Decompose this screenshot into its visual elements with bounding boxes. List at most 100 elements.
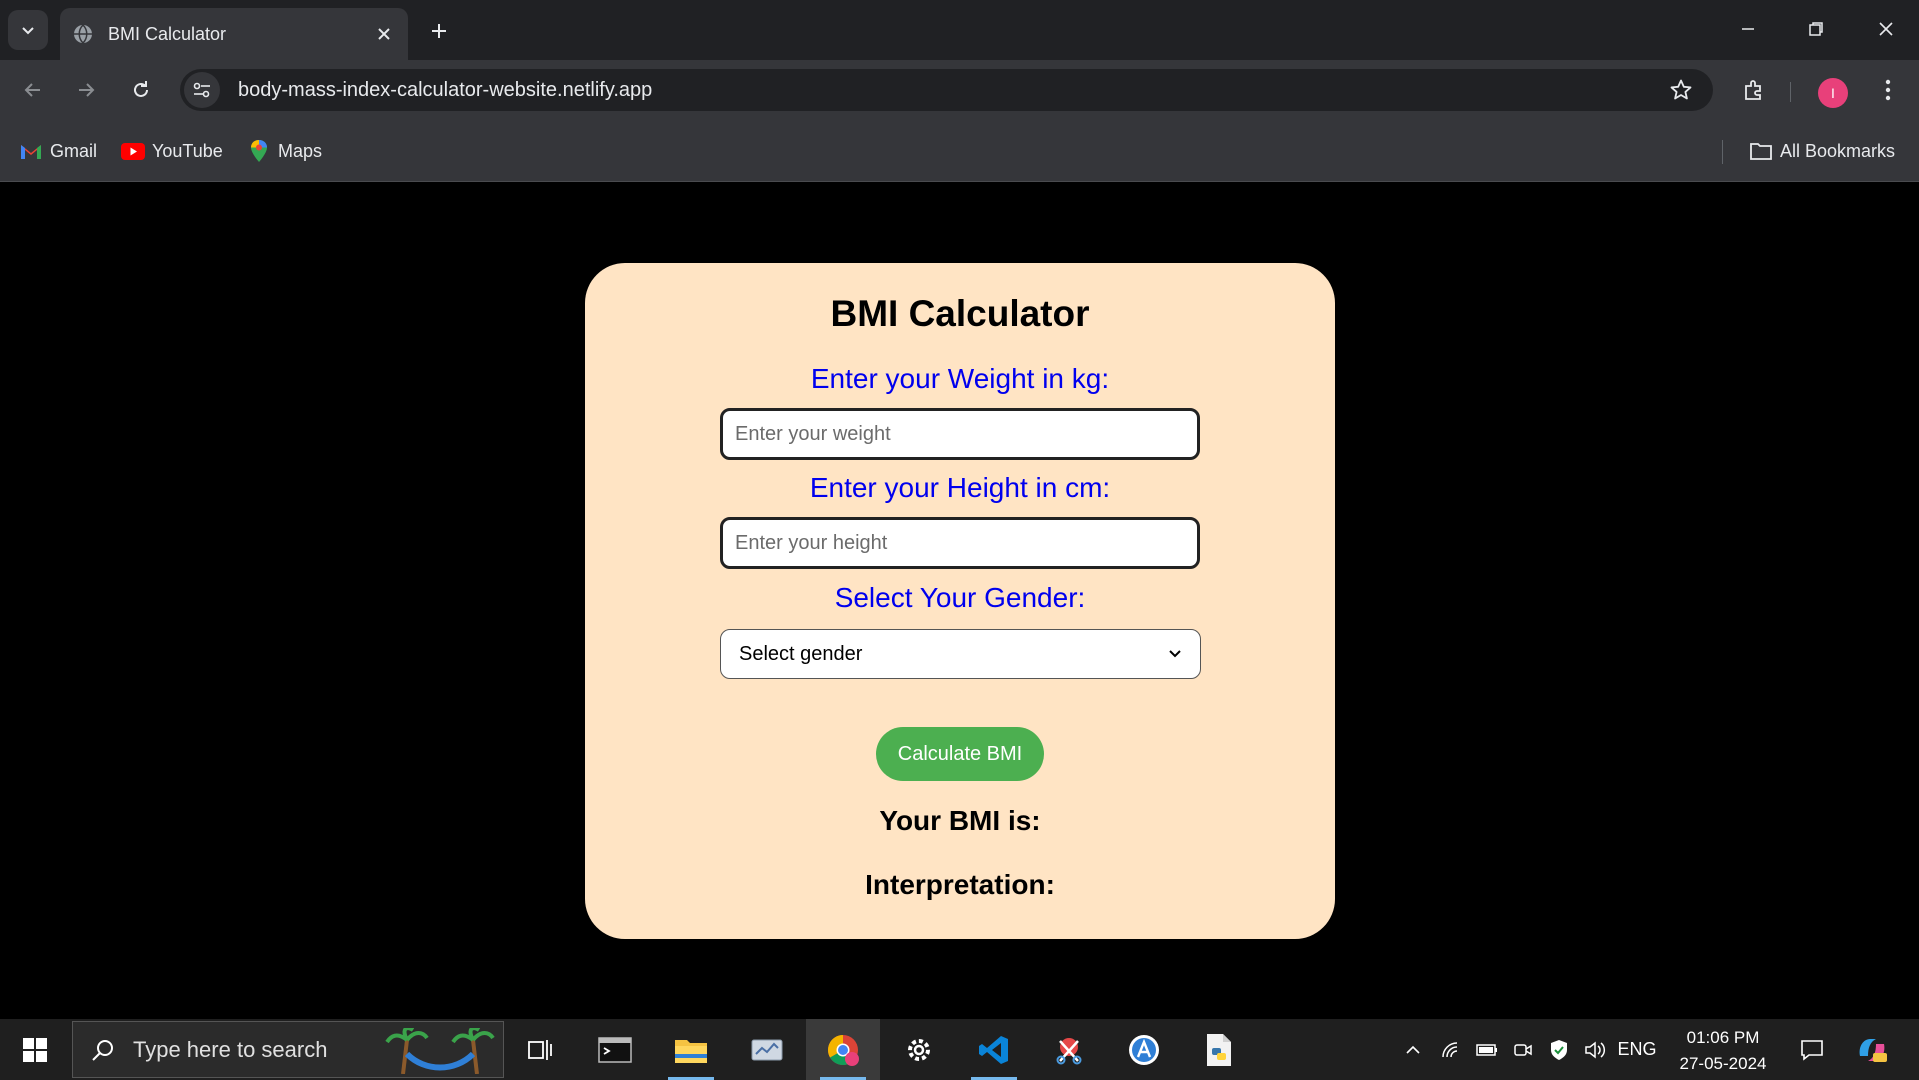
gear-icon (908, 1038, 930, 1061)
back-button[interactable] (13, 70, 53, 110)
volume-control[interactable] (1580, 1019, 1610, 1080)
vscode-icon (979, 1035, 1008, 1064)
taskbar-vscode[interactable] (957, 1019, 1031, 1080)
copilot-icon (1859, 1038, 1887, 1062)
close-tab-icon[interactable] (372, 22, 396, 46)
chrome-icon (827, 1034, 859, 1066)
height-label: Enter your Height in cm: (809, 472, 1111, 503)
camera-icon (1514, 1043, 1532, 1056)
site-info-button[interactable] (184, 72, 220, 108)
maps-icon (246, 140, 272, 162)
youtube-icon (120, 140, 146, 162)
meet-now-button[interactable] (1508, 1019, 1538, 1080)
taskbar-chrome[interactable] (806, 1019, 880, 1080)
language-indicator[interactable]: ENG (1614, 1019, 1660, 1080)
taskbar-file-explorer[interactable] (654, 1019, 728, 1080)
url-text[interactable]: body-mass-index-calculator-website.netli… (238, 79, 1661, 102)
calculate-bmi-button[interactable]: Calculate BMI (876, 727, 1044, 781)
bookmarks-bar: Gmail YouTube Maps All Bookmarks (0, 120, 1919, 182)
speaker-icon (1585, 1040, 1606, 1059)
arrow-left-icon (24, 83, 40, 97)
taskbar-app-store[interactable] (1107, 1019, 1181, 1080)
folder-icon (675, 1039, 707, 1063)
taskbar-settings[interactable] (882, 1019, 956, 1080)
python-file-icon (1207, 1033, 1231, 1066)
new-tab-button[interactable] (422, 14, 456, 48)
puzzle-icon (1745, 80, 1761, 100)
start-button[interactable] (0, 1019, 70, 1080)
chevron-down-icon (1169, 650, 1181, 658)
more-vertical-icon (1885, 79, 1891, 101)
chevron-down-icon (22, 27, 34, 35)
tab-search-button[interactable] (8, 10, 48, 50)
taskbar-terminal[interactable] (578, 1019, 652, 1080)
terminal-icon (598, 1036, 632, 1063)
reload-button[interactable] (121, 70, 161, 110)
all-bookmarks-label: All Bookmarks (1780, 140, 1896, 161)
arrow-right-icon (79, 83, 95, 97)
taskbar-snipping-tool[interactable] (1032, 1019, 1106, 1080)
bookmark-label: Gmail (50, 140, 98, 161)
bookmark-label: Maps (278, 140, 323, 161)
restore-icon (1809, 22, 1823, 36)
star-icon (1670, 79, 1692, 100)
restore-button[interactable] (1788, 8, 1844, 50)
weight-input[interactable] (720, 408, 1200, 460)
gmail-icon (18, 140, 44, 162)
browser-tab-active[interactable]: BMI Calculator (60, 8, 408, 60)
search-icon (92, 1039, 113, 1061)
copilot-button[interactable] (1852, 1019, 1892, 1080)
windows-logo-icon (23, 1037, 47, 1062)
address-bar[interactable]: body-mass-index-calculator-website.netli… (180, 69, 1713, 111)
security-status[interactable] (1544, 1019, 1574, 1080)
page-title: BMI Calculator (830, 293, 1090, 334)
plus-icon (432, 24, 446, 38)
windows-taskbar: Type here to search ENG 01:06 PM 27-05-2… (0, 1019, 1919, 1080)
shield-icon (1551, 1039, 1567, 1060)
task-view-button[interactable] (503, 1019, 577, 1080)
close-window-button[interactable] (1858, 8, 1914, 50)
tune-icon (193, 82, 210, 98)
taskbar-clock[interactable]: 01:06 PM 27-05-2024 (1660, 1025, 1786, 1077)
toolbar-divider (1790, 82, 1791, 102)
bookmark-star-button[interactable] (1661, 70, 1701, 110)
gender-select[interactable]: Select gender (720, 629, 1201, 679)
network-status[interactable] (1436, 1019, 1466, 1080)
bmi-calculator-card: BMI Calculator Enter your Weight in kg: … (585, 263, 1335, 939)
browser-menu-button[interactable] (1868, 70, 1908, 110)
taskbar-app-monitor[interactable] (730, 1019, 804, 1080)
task-view-icon (528, 1039, 552, 1060)
bookmark-gmail[interactable]: Gmail (18, 136, 97, 166)
reload-icon (134, 81, 148, 97)
all-bookmarks-button[interactable]: All Bookmarks (1748, 136, 1895, 166)
extensions-button[interactable] (1734, 70, 1774, 110)
chevron-up-icon (1406, 1045, 1420, 1054)
forward-button[interactable] (66, 70, 106, 110)
weight-label: Enter your Weight in kg: (810, 363, 1110, 394)
taskbar-search-placeholder: Type here to search (133, 1036, 328, 1062)
bookmarks-divider (1722, 140, 1723, 164)
globe-icon (74, 24, 92, 45)
message-icon (1801, 1039, 1823, 1061)
close-icon (1879, 22, 1893, 36)
height-input[interactable] (720, 517, 1200, 569)
clock-time: 01:06 PM (1686, 1028, 1760, 1047)
taskbar-search-box[interactable]: Type here to search (72, 1021, 504, 1078)
bookmark-label: YouTube (152, 140, 223, 161)
bmi-result-label: Your BMI is: (879, 805, 1041, 836)
bookmark-maps[interactable]: Maps (246, 136, 322, 166)
gender-selected-value: Select gender (739, 642, 863, 665)
minimize-button[interactable] (1720, 8, 1776, 50)
battery-status[interactable] (1472, 1019, 1502, 1080)
system-monitor-icon (751, 1039, 783, 1060)
minimize-icon (1742, 28, 1754, 30)
battery-icon (1476, 1043, 1497, 1056)
show-hidden-icons-button[interactable] (1398, 1019, 1428, 1080)
browser-tab-bar: BMI Calculator (0, 0, 1919, 60)
profile-avatar[interactable]: I (1818, 78, 1848, 108)
browser-toolbar: body-mass-index-calculator-website.netli… (0, 60, 1919, 120)
tab-title: BMI Calculator (108, 23, 227, 44)
taskbar-python-file[interactable] (1182, 1019, 1256, 1080)
notification-center-button[interactable] (1792, 1019, 1832, 1080)
bookmark-youtube[interactable]: YouTube (120, 136, 223, 166)
